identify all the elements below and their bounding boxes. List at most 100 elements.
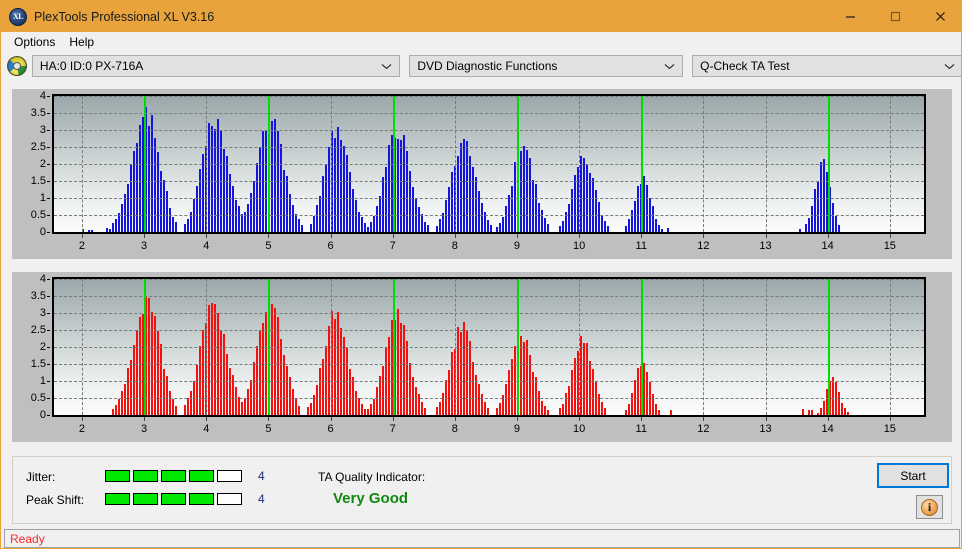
y-axis-tick-label: 4 (39, 90, 46, 102)
minimize-button[interactable] (828, 1, 873, 32)
x-axis-tick-label: 9 (513, 240, 521, 252)
chart-bar (469, 155, 471, 232)
chart-bar (154, 138, 156, 232)
chart-bar (382, 177, 384, 232)
chart-bar (112, 222, 114, 232)
chart-bar (265, 131, 267, 232)
chart-bar (514, 162, 516, 232)
marker-line (641, 279, 644, 415)
chart-bar (496, 226, 498, 232)
chart-bar (379, 375, 381, 415)
meter-segment (133, 470, 158, 482)
chart-bar (265, 312, 267, 415)
chart-bar (538, 390, 540, 415)
function-select[interactable]: DVD Diagnostic Functions (409, 55, 684, 77)
x-axis-tick-label: 7 (389, 423, 396, 435)
info-icon: i (921, 498, 938, 516)
chart-bar (520, 335, 522, 415)
chart-bar (292, 204, 294, 232)
chart-bar (319, 368, 321, 415)
chart-bar (649, 382, 651, 415)
status-text: Ready (10, 531, 45, 546)
chevron-down-icon (381, 59, 392, 73)
chart-bar (112, 409, 114, 415)
chart-bar (808, 218, 810, 232)
x-axis-tick-label: 8 (451, 240, 458, 252)
y-axis-tick-label: 3.5 (30, 290, 46, 302)
y-axis-tick (47, 130, 50, 131)
info-button[interactable]: i (916, 495, 943, 519)
toolbar: HA:0 ID:0 PX-716A DVD Diagnostic Functio… (1, 52, 961, 80)
chart-bar (478, 384, 480, 415)
chart-bar (205, 323, 207, 415)
chart-bar (817, 412, 819, 415)
peak-shift-chart-bars (54, 279, 924, 415)
x-axis-tick (330, 234, 332, 238)
chart-bar (289, 193, 291, 232)
maximize-button[interactable] (873, 1, 918, 32)
window-controls (828, 1, 961, 32)
chart-bar (148, 125, 150, 232)
chart-bar (184, 405, 186, 415)
chart-bar (343, 336, 345, 415)
chart-bar (424, 408, 426, 415)
chart-bar (505, 384, 507, 415)
chart-bar (508, 369, 510, 415)
chart-bar (217, 119, 219, 232)
x-axis-tick (641, 417, 643, 421)
meter-segment (217, 470, 242, 482)
chart-bar (382, 366, 384, 415)
chart-bar (136, 330, 138, 415)
start-button[interactable]: Start (877, 463, 949, 488)
chart-bar (223, 149, 225, 232)
chart-bar (457, 326, 459, 415)
chart-bar (532, 179, 534, 232)
chart-bar (526, 340, 528, 415)
y-axis-tick (47, 164, 50, 165)
chart-bar (361, 403, 363, 415)
x-axis-tick (268, 234, 270, 238)
menu-item-help[interactable]: Help (62, 33, 101, 51)
chart-bar (472, 361, 474, 415)
chart-bar (334, 319, 336, 415)
y-axis-tick (47, 147, 50, 148)
x-axis-tick-label: 3 (141, 240, 148, 252)
chart-bar (124, 193, 126, 232)
x-axis-tick-label: 10 (572, 423, 586, 435)
chart-bar (166, 376, 168, 415)
x-axis-tick (579, 417, 581, 421)
chart-bar (601, 214, 603, 232)
chart-bar (574, 358, 576, 415)
menu-item-options[interactable]: Options (7, 33, 62, 51)
chart-bar (133, 345, 135, 415)
peak-shift-chart-panel: 0 0.5 1 1.5 2 2.5 3 3.5 4 2 3 4 5 6 7 8 9 10 11 12 13 14 15 (12, 272, 952, 442)
chart-bar (187, 218, 189, 232)
y-axis-tick (47, 364, 50, 365)
chart-bar (538, 202, 540, 232)
chart-bar (337, 126, 339, 232)
chart-bar (409, 362, 411, 415)
chart-bar (238, 397, 240, 415)
chart-bar (298, 406, 300, 415)
close-button[interactable] (918, 1, 961, 32)
chevron-down-icon (944, 59, 955, 73)
chart-bar (118, 213, 120, 232)
chart-bar (106, 228, 108, 232)
chart-bar (190, 212, 192, 232)
chart-bar (175, 222, 177, 232)
chart-bar (385, 166, 387, 232)
jitter-value: 4 (258, 469, 265, 483)
chart-bar (454, 348, 456, 415)
chart-bar (559, 225, 561, 232)
x-axis-tick-label: 14 (821, 240, 834, 252)
chart-bar (547, 224, 549, 232)
x-axis-tick-label: 14 (821, 423, 834, 435)
test-select[interactable]: Q-Check TA Test (692, 55, 961, 77)
chart-bar (343, 145, 345, 232)
chart-bar (490, 224, 492, 232)
drive-select[interactable]: HA:0 ID:0 PX-716A (31, 55, 401, 77)
y-axis-tick (47, 313, 50, 314)
x-axis-tick (392, 234, 394, 238)
chart-bar (499, 402, 501, 415)
chart-bar (379, 196, 381, 232)
